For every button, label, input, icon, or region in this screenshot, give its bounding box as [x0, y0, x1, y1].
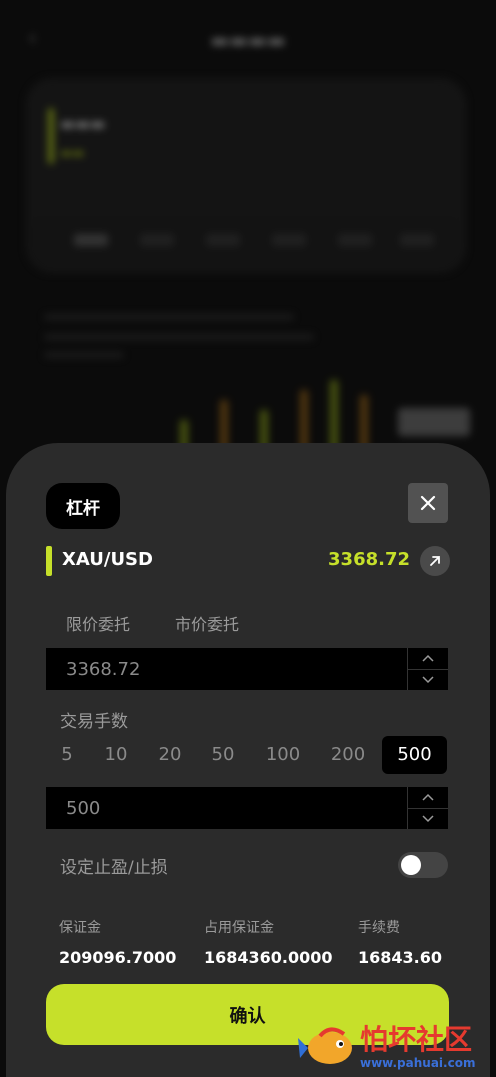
lot-option-500[interactable]: 500: [382, 736, 447, 774]
fish-logo-icon: [298, 1027, 352, 1064]
watermark: 怕坏社区 www.pahuai.com: [298, 1018, 494, 1074]
tab-market-order[interactable]: 市价委托: [175, 611, 239, 635]
lot-option-10[interactable]: 10: [98, 736, 134, 774]
leverage-button[interactable]: 杠杆: [46, 483, 120, 529]
lots-field: [46, 786, 448, 830]
open-chart-button[interactable]: [420, 546, 450, 576]
arrow-up-right-icon: [430, 556, 440, 566]
fee-label: 手续费: [358, 920, 400, 936]
chevron-down-icon: [422, 676, 434, 683]
lots-increment-button[interactable]: [408, 787, 448, 808]
lots-stepper: [407, 787, 448, 829]
used-margin-label: 占用保证金: [204, 920, 274, 936]
lots-input[interactable]: [46, 786, 407, 830]
tp-sl-label: 设定止盈/止损: [60, 858, 168, 878]
price-increment-button[interactable]: [408, 648, 448, 669]
margin-value: 209096.7000: [59, 948, 177, 967]
chevron-up-icon: [422, 794, 434, 801]
tab-limit-order[interactable]: 限价委托: [66, 611, 130, 635]
lots-decrement-button[interactable]: [408, 807, 448, 830]
chevron-down-icon: [422, 815, 434, 822]
background-title: ▬▬▬▬: [210, 28, 286, 52]
toggle-knob: [401, 855, 421, 875]
lot-option-20[interactable]: 20: [152, 736, 188, 774]
limit-price-field: [46, 647, 448, 691]
price-stepper: [407, 648, 448, 690]
background-tabs: [30, 218, 460, 268]
chevron-up-icon: [422, 655, 434, 662]
lot-option-50[interactable]: 50: [205, 736, 241, 774]
trade-sheet: 杠杆 XAU/USD 3368.72 限价委托 市价委托 交易手数 5 10 2…: [6, 443, 490, 1077]
limit-price-input[interactable]: [46, 647, 407, 691]
lot-option-100[interactable]: 100: [260, 736, 306, 774]
used-margin-value: 1684360.0000: [204, 948, 333, 967]
symbol-accent-bar: [46, 546, 52, 576]
price-decrement-button[interactable]: [408, 668, 448, 691]
lots-label: 交易手数: [60, 712, 128, 732]
tp-sl-toggle[interactable]: [398, 852, 448, 878]
symbol-label: XAU/USD: [62, 549, 153, 570]
current-price: 3368.72: [328, 549, 410, 570]
close-icon: [420, 495, 436, 511]
watermark-text: 怕坏社区: [360, 1023, 473, 1056]
fee-value: 16843.60: [358, 948, 443, 967]
close-button[interactable]: [408, 483, 448, 523]
lot-option-5[interactable]: 5: [54, 736, 80, 774]
lot-option-200[interactable]: 200: [324, 736, 372, 774]
margin-label: 保证金: [59, 920, 101, 936]
watermark-url: www.pahuai.com: [360, 1056, 476, 1070]
